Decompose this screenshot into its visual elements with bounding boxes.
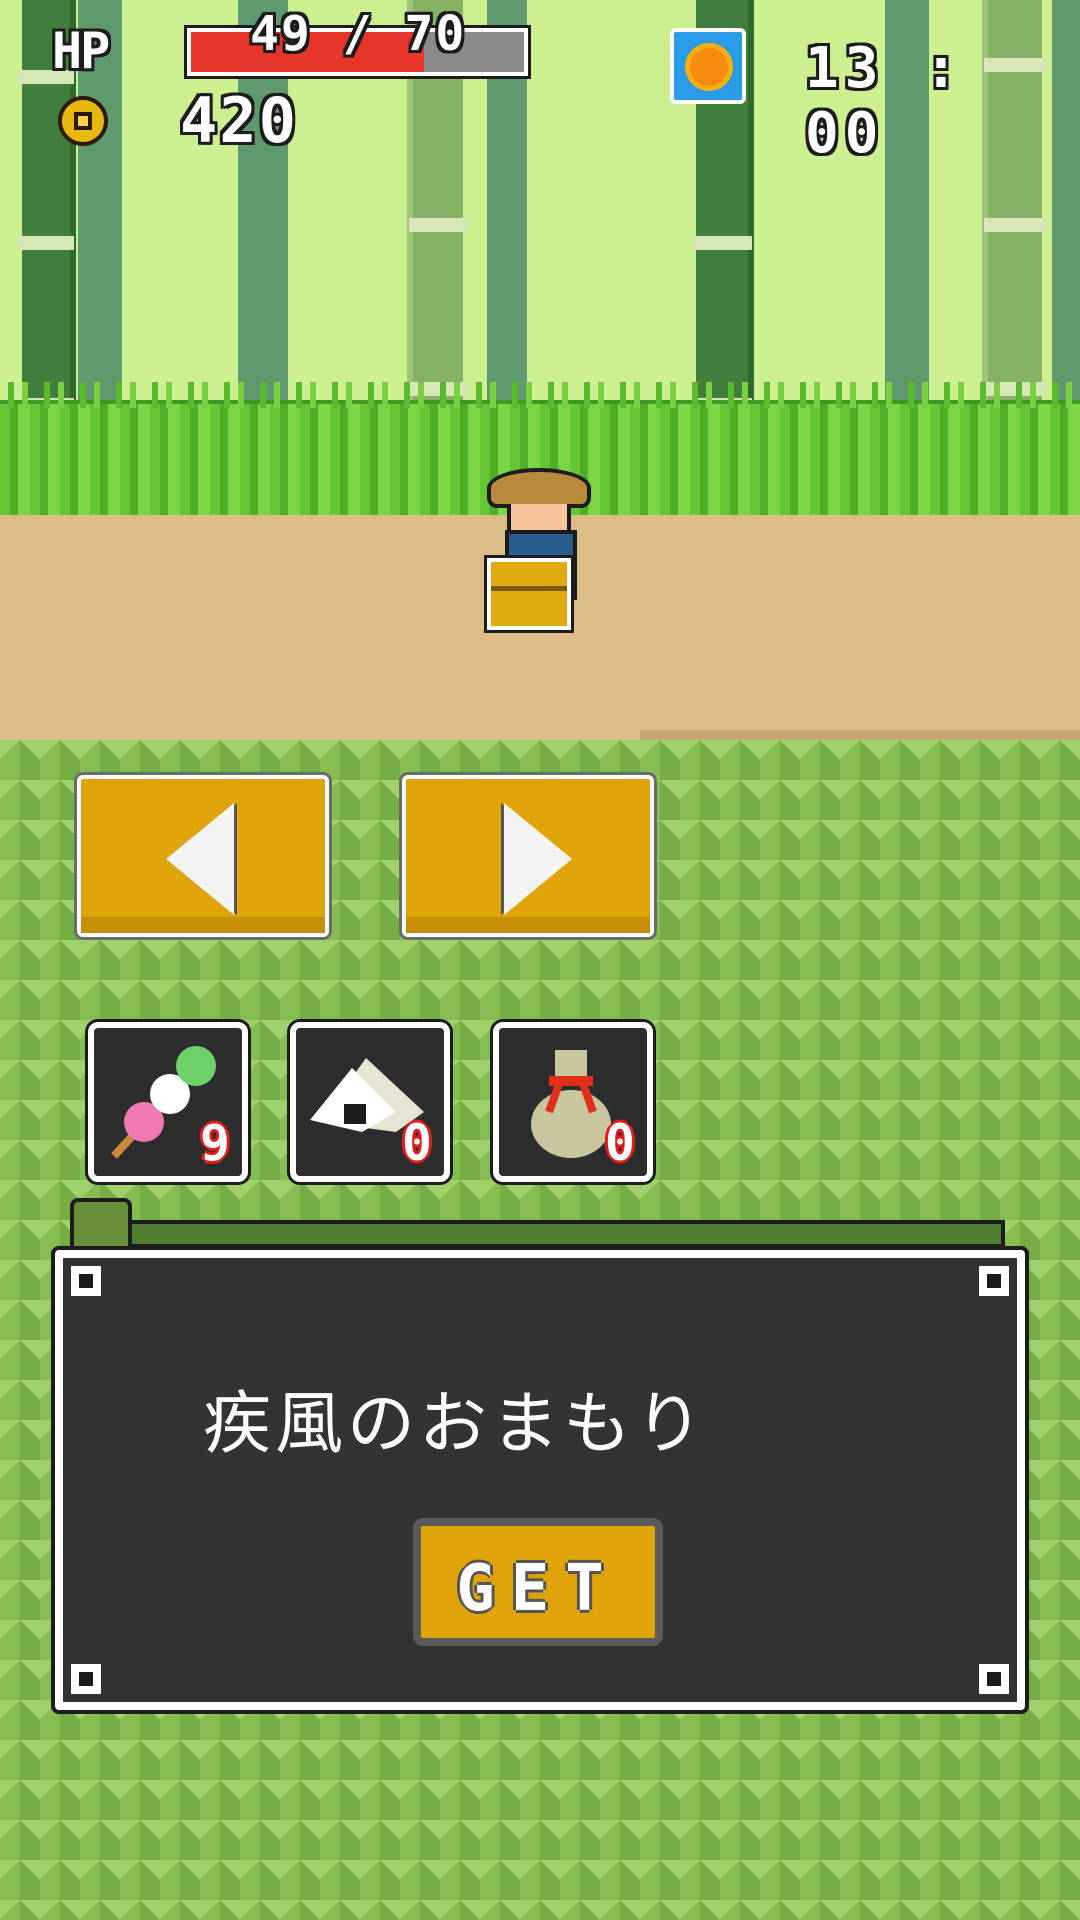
- sun-icon: [690, 48, 728, 86]
- found-item-name: 疾風のおまもり: [203, 1385, 708, 1464]
- hp-label: HP: [52, 22, 110, 80]
- clock-time: 13 : 00: [805, 36, 964, 166]
- scroll-knob: [70, 1198, 132, 1258]
- hp-value: 49 / 70: [250, 6, 467, 62]
- get-button-label: GET: [456, 1552, 620, 1626]
- dialog-corner: [979, 1664, 1009, 1694]
- dialog-corner: [71, 1664, 101, 1694]
- item-slot-bag[interactable]: 0: [493, 1022, 653, 1182]
- scroll-rod: [70, 1220, 1005, 1248]
- item-slot-dango[interactable]: 9: [88, 1022, 248, 1182]
- item-count: 9: [199, 1114, 230, 1172]
- time-of-day-indicator: [670, 28, 746, 104]
- item-count: 0: [401, 1114, 432, 1172]
- item-slot-onigiri[interactable]: 0: [290, 1022, 450, 1182]
- straw-hat: [487, 468, 591, 508]
- move-right-button[interactable]: [402, 775, 654, 937]
- gold-amount: 420: [180, 84, 298, 157]
- dialog-corner: [71, 1266, 101, 1296]
- get-button[interactable]: GET: [413, 1518, 663, 1646]
- item-found-dialog: 疾風のおまもり GET: [55, 1250, 1025, 1710]
- treasure-chest[interactable]: [487, 558, 571, 630]
- dialog-corner: [979, 1266, 1009, 1296]
- left-arrow-icon: [166, 803, 234, 915]
- move-left-button[interactable]: [77, 775, 329, 937]
- right-arrow-icon: [504, 803, 572, 915]
- item-count: 0: [604, 1114, 635, 1172]
- coin-icon: [58, 96, 108, 146]
